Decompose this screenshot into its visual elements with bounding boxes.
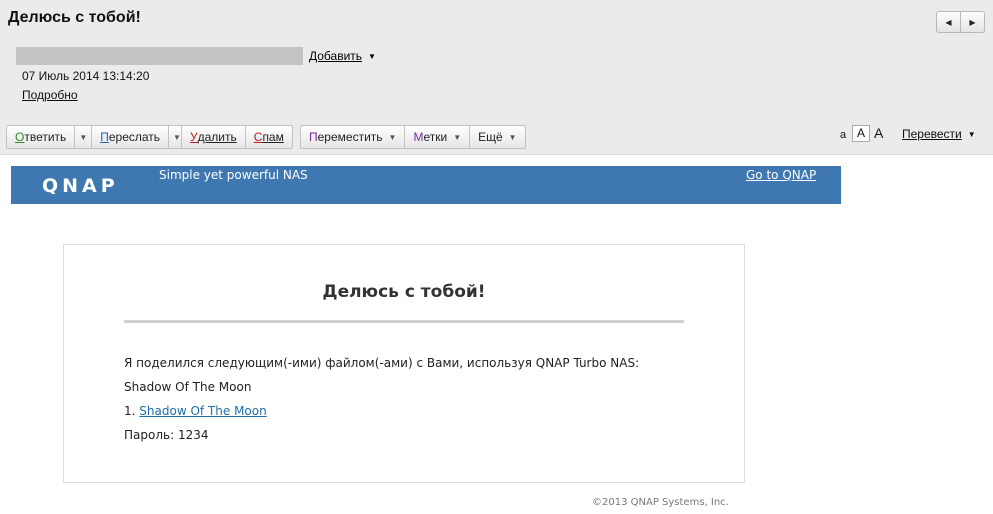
move-accent-letter: П xyxy=(309,130,318,144)
reply-dropdown-button[interactable]: ▼ xyxy=(74,126,91,148)
message-subject: Делюсь с тобой! xyxy=(8,9,141,26)
divider xyxy=(124,320,684,323)
reply-button[interactable]: Ответить xyxy=(7,126,74,148)
reply-accent-letter: О xyxy=(15,130,25,144)
password-value: 1234 xyxy=(177,428,209,442)
go-to-qnap-link[interactable]: Go to QNAP xyxy=(746,168,816,182)
font-size-large-button[interactable]: A xyxy=(874,125,883,141)
spam-button[interactable]: Спам xyxy=(244,126,292,148)
share-intro-text: Я поделился следующим(-ими) файлом(-ами)… xyxy=(124,356,640,370)
more-accent-letter: Е xyxy=(478,130,487,144)
delete-accent-letter: У xyxy=(190,130,198,144)
qnap-logo: QNAP xyxy=(42,176,119,194)
caret-down-icon: ▼ xyxy=(453,132,462,142)
shared-file-name: Shadow Of The Moon xyxy=(124,380,252,394)
reply-forward-group: Ответить ▼ Переслать ▼ xyxy=(6,125,186,149)
chevron-left-icon: ◀ xyxy=(945,17,952,27)
more-button[interactable]: Ещё ▼ xyxy=(469,126,524,148)
caret-down-icon: ▼ xyxy=(368,51,376,61)
move-tags-more-group: Переместить ▼ Метки ▼ Ещё ▼ xyxy=(300,125,526,149)
sender-address-redacted xyxy=(16,47,303,65)
message-header: Делюсь с тобой! ◀ ▶ Добавить ▼ 07 Июль 2… xyxy=(0,0,993,155)
chevron-right-icon: ▶ xyxy=(969,17,976,27)
details-link[interactable]: Подробно xyxy=(22,88,78,102)
caret-down-icon: ▼ xyxy=(79,132,88,142)
next-message-button[interactable]: ▶ xyxy=(960,12,984,32)
prev-message-button[interactable]: ◀ xyxy=(937,12,960,32)
font-size-medium-button[interactable]: A xyxy=(852,125,870,142)
message-date: 07 Июль 2014 13:14:20 xyxy=(22,69,150,83)
reply-label: тветить xyxy=(24,130,67,144)
qnap-logo-text: QNAP xyxy=(42,176,119,194)
password-label: Пароль: xyxy=(124,428,175,442)
shared-file-link[interactable]: Shadow Of The Moon xyxy=(139,404,266,418)
forward-accent-letter: П xyxy=(100,130,109,144)
password-line: Пароль: 1234 xyxy=(124,428,209,442)
tags-label: етки xyxy=(423,130,448,144)
tags-button[interactable]: Метки ▼ xyxy=(404,126,469,148)
message-card: Делюсь с тобой! Я поделился следующим(-и… xyxy=(63,244,745,483)
forward-label: ереслать xyxy=(108,130,161,144)
banner-tagline: Simple yet powerful NAS xyxy=(159,168,308,182)
file-index: 1. xyxy=(124,404,136,418)
spam-label: пам xyxy=(262,130,284,144)
forward-button[interactable]: Переслать xyxy=(91,126,168,148)
copyright-text: ©2013 QNAP Systems, Inc. xyxy=(592,497,729,508)
add-contact-label: Добавить xyxy=(309,49,363,63)
qnap-banner: QNAP Simple yet powerful NAS Go to QNAP xyxy=(11,166,841,204)
delete-label: далить xyxy=(197,130,237,144)
delete-spam-group: Удалить Спам xyxy=(181,125,293,149)
translate-button[interactable]: Перевести ▼ xyxy=(902,127,976,141)
caret-down-icon: ▼ xyxy=(967,129,976,139)
translate-label: Перевести xyxy=(902,127,962,141)
card-title: Делюсь с тобой! xyxy=(322,282,486,302)
move-label: ереместить xyxy=(317,130,383,144)
shared-file-item: 1. Shadow Of The Moon xyxy=(124,404,267,418)
font-size-small-button[interactable]: a xyxy=(840,129,846,141)
move-button[interactable]: Переместить ▼ xyxy=(301,126,404,148)
tags-accent-letter: М xyxy=(413,130,424,144)
spam-accent-letter: С xyxy=(253,130,263,144)
caret-down-icon: ▼ xyxy=(508,132,517,142)
caret-down-icon: ▼ xyxy=(173,132,181,142)
more-label: щё xyxy=(486,130,503,144)
add-contact-button[interactable]: Добавить ▼ xyxy=(309,49,376,63)
delete-button[interactable]: Удалить xyxy=(182,126,245,148)
caret-down-icon: ▼ xyxy=(388,132,397,142)
message-nav: ◀ ▶ xyxy=(936,11,985,33)
